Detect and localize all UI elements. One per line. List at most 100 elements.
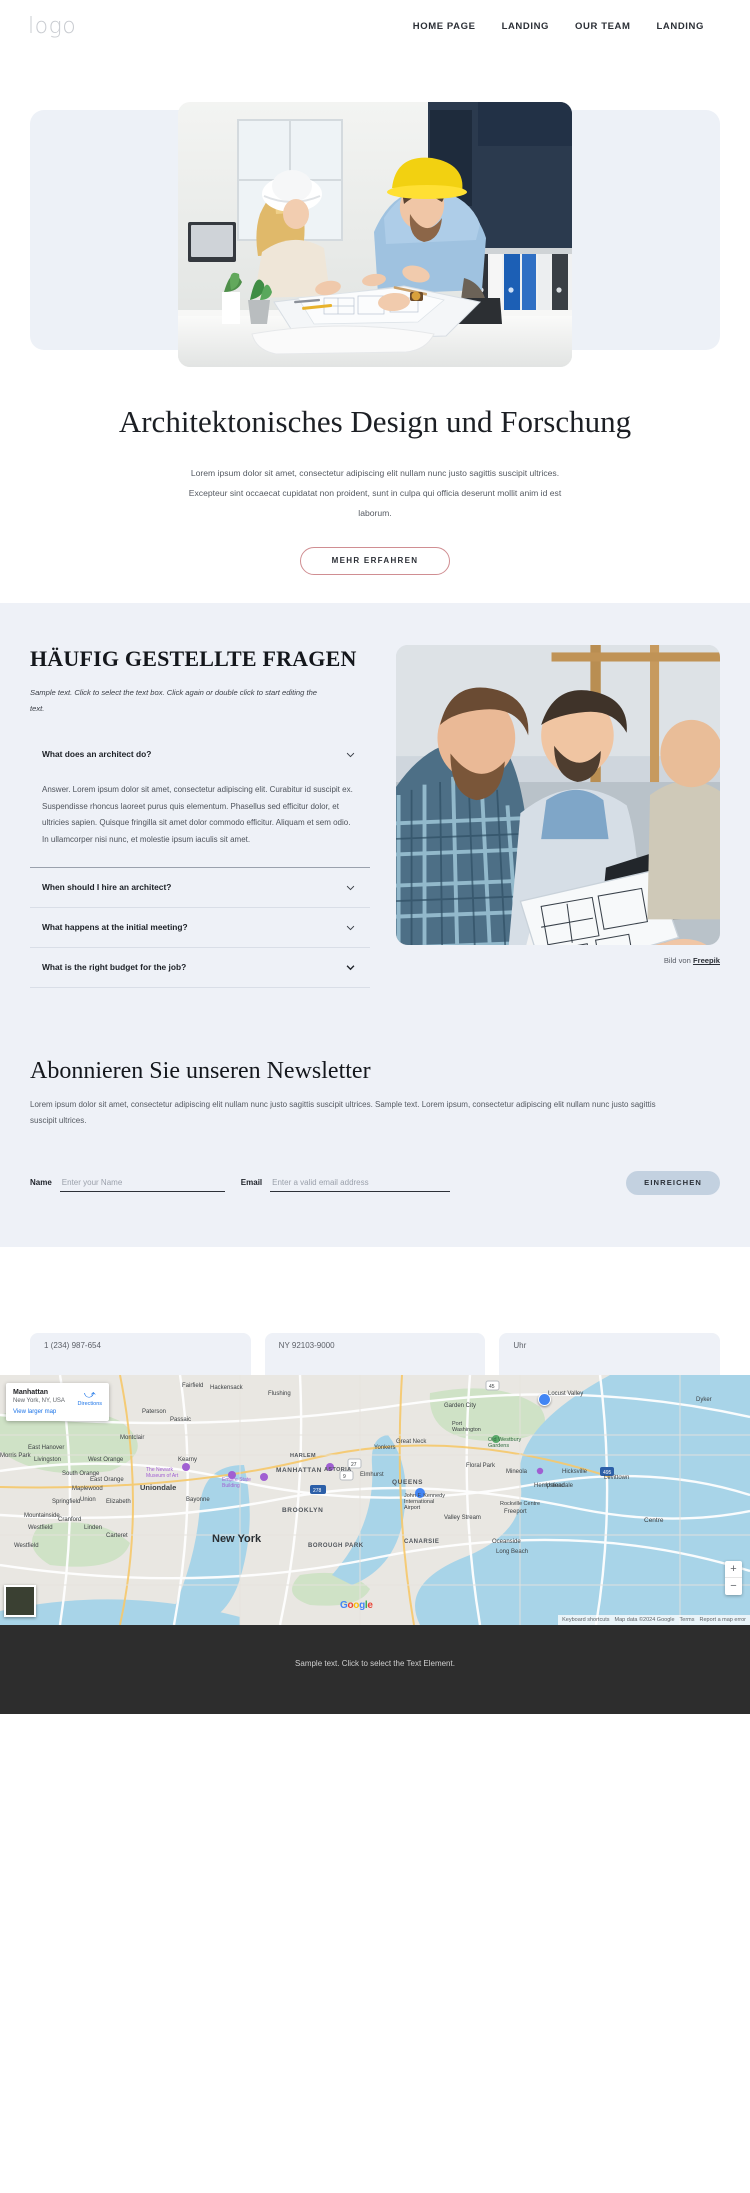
map-street-view-thumbnail[interactable] <box>4 1584 36 1617</box>
learn-more-button[interactable]: MEHR ERFAHREN <box>300 547 450 576</box>
map-zoom-controls: + − <box>725 1560 742 1595</box>
page-root: logo HOME PAGE LANDING OUR TEAM LANDING <box>0 0 750 1714</box>
map-zoom-out-button[interactable]: − <box>725 1578 742 1595</box>
map-label-maplewood: Maplewood <box>72 1485 103 1492</box>
map-attribution-bar: Keyboard shortcuts Map data ©2024 Google… <box>558 1614 750 1625</box>
email-field-group: Email <box>241 1173 451 1192</box>
contact-card-phone[interactable]: 1 (234) 987-654 <box>30 1332 251 1375</box>
chevron-down-icon[interactable] <box>345 882 356 893</box>
faq-question-toggle-1[interactable]: What does an architect do? <box>30 735 370 774</box>
map-label-hackensack: Hackensack <box>210 1384 243 1391</box>
email-input[interactable] <box>270 1173 451 1192</box>
svg-text:45: 45 <box>489 1384 495 1390</box>
chevron-down-icon[interactable] <box>345 749 356 760</box>
newsletter-title: Abonnieren Sie unseren Newsletter <box>30 1057 371 1084</box>
faq-item-4: What is the right budget for the job? <box>30 948 370 988</box>
main-navigation: HOME PAGE LANDING OUR TEAM LANDING <box>413 21 722 32</box>
nav-item-landing-2[interactable]: LANDING <box>657 21 704 32</box>
map-label-livingston: Livingston <box>34 1456 62 1463</box>
map-label-morris-park: Morris Park <box>0 1452 31 1459</box>
map-airport-pin[interactable] <box>538 1392 551 1406</box>
map-report-error-link[interactable]: Report a map error <box>700 1617 746 1623</box>
map-label-levittown: Levittown <box>604 1474 630 1481</box>
map-label-union: Union <box>80 1496 96 1503</box>
map-label-east-hanover: East Hanover <box>28 1444 65 1451</box>
map-label-rockville-centre: Rockville Centre <box>500 1500 541 1507</box>
map-label-locust-valley: Locust Valley <box>548 1390 584 1397</box>
map-view-larger-link[interactable]: View larger map <box>13 1409 102 1415</box>
google-logo: Google <box>340 1599 373 1611</box>
contact-card-hours[interactable]: Uhr <box>499 1332 721 1375</box>
faq-item-3: What happens at the initial meeting? <box>30 908 370 948</box>
map-label-great-neck: Great Neck <box>396 1438 427 1445</box>
map-label-queens: QUEENS <box>392 1478 424 1486</box>
map-center-label: New York <box>212 1532 262 1545</box>
name-field-group: Name <box>30 1173 225 1192</box>
nav-item-our-team[interactable]: OUR TEAM <box>575 21 630 32</box>
nav-item-home-page[interactable]: HOME PAGE <box>413 21 476 32</box>
map-keyboard-shortcuts[interactable]: Keyboard shortcuts <box>562 1617 609 1623</box>
faq-question-toggle-3[interactable]: What happens at the initial meeting? <box>30 908 370 947</box>
chevron-down-icon[interactable] <box>345 922 356 933</box>
faq-question-toggle-4[interactable]: What is the right budget for the job? <box>30 948 370 987</box>
directions-icon: ⤻ <box>83 1388 96 1401</box>
image-credit-prefix: Bild von <box>663 956 693 966</box>
map-label-floral-park: Floral Park <box>466 1462 496 1469</box>
map-label-newark: Uniondale <box>140 1482 177 1492</box>
contact-card-phone-text: 1 (234) 987-654 <box>44 1340 101 1350</box>
map-label-garden-city: Garden City <box>444 1402 477 1409</box>
map-directions-label: Directions <box>77 1400 102 1407</box>
faq-question-label-1: What does an architect do? <box>42 749 152 760</box>
footer-text: Sample text. Click to select the Text El… <box>295 1658 455 1668</box>
map-label-westfield-2: Westfield <box>14 1542 39 1549</box>
map-label-fairfield: Fairfield <box>182 1382 204 1389</box>
faq-accordion: What does an architect do? Answer. Lorem… <box>30 735 370 988</box>
map-directions-button[interactable]: ⤻ Directions <box>77 1388 102 1407</box>
map-label-dyker: Dyker <box>696 1396 712 1403</box>
map-embed[interactable]: 45 9 278 495 27 New York MANHATTAN BROOK… <box>0 1374 750 1625</box>
faq-item-1: What does an architect do? Answer. Lorem… <box>30 735 370 868</box>
map-label-mineola: Mineola <box>506 1468 528 1475</box>
map-data-credit: Map data ©2024 Google <box>614 1616 675 1623</box>
image-credit-link[interactable]: Freepik <box>693 956 720 965</box>
map-label-harlem: HARLEM <box>290 1452 316 1459</box>
faq-question-toggle-2[interactable]: When should I hire an architect? <box>30 868 370 907</box>
map-label-newark-museum: The Newark Museum of Art <box>146 1466 179 1479</box>
contact-card-address-text: NY 92103-9000 <box>278 1340 335 1350</box>
map-label-east-orange: East Orange <box>90 1476 124 1483</box>
site-logo[interactable]: logo <box>28 14 76 39</box>
map-label-astoria: ASTORIA <box>324 1466 352 1473</box>
map-label-empire-state: Empire State Building <box>222 1476 251 1489</box>
map-label-carteret: Carteret <box>106 1532 128 1539</box>
nav-item-landing-1[interactable]: LANDING <box>502 21 549 32</box>
hero-image <box>178 102 572 367</box>
map-label-cranford: Cranford <box>58 1516 82 1523</box>
map-label-uniondale: Uniondale <box>546 1482 574 1489</box>
map-label-canarsie: CANARSIE <box>404 1538 440 1545</box>
map-label-westfield: Westfield <box>28 1524 53 1531</box>
site-header: logo HOME PAGE LANDING OUR TEAM LANDING <box>0 0 750 52</box>
faq-answer-1: Answer. Lorem ipsum dolor sit amet, cons… <box>42 784 353 845</box>
contact-card-hours-text: Uhr <box>513 1340 527 1350</box>
newsletter-section: Abonnieren Sie unseren Newsletter Lorem … <box>0 1047 750 1247</box>
map-label-springfield: Springfield <box>52 1498 81 1505</box>
hero-section: Architektonisches Design und Forschung L… <box>0 102 750 604</box>
map-label-centre: Centre <box>644 1516 664 1524</box>
map-label-jfk: John F. Kennedy International Airport <box>404 1492 445 1511</box>
map-terms-link[interactable]: Terms <box>680 1617 695 1623</box>
map-label-valley-stream: Valley Stream <box>444 1514 481 1521</box>
svg-text:278: 278 <box>313 1488 322 1494</box>
map-zoom-in-button[interactable]: + <box>725 1561 742 1578</box>
site-footer: Sample text. Click to select the Text El… <box>0 1624 750 1714</box>
map-label-old-westbury: Old Westbury Gardens <box>488 1436 522 1449</box>
contact-card-address[interactable]: NY 92103-9000 <box>264 1332 486 1375</box>
newsletter-form: Name Email EINREICHEN <box>30 1170 720 1195</box>
chevron-down-icon[interactable] <box>345 962 356 973</box>
faq-item-2: When should I hire an architect? <box>30 868 370 908</box>
map-label-montclair: Montclair <box>120 1434 145 1441</box>
faq-question-label-3: What happens at the initial meeting? <box>42 922 188 933</box>
hero-photo-illustration <box>178 102 572 367</box>
name-input[interactable] <box>59 1173 225 1192</box>
map-label-brooklyn: BROOKLYN <box>282 1506 324 1514</box>
submit-button[interactable]: EINREICHEN <box>626 1170 720 1195</box>
